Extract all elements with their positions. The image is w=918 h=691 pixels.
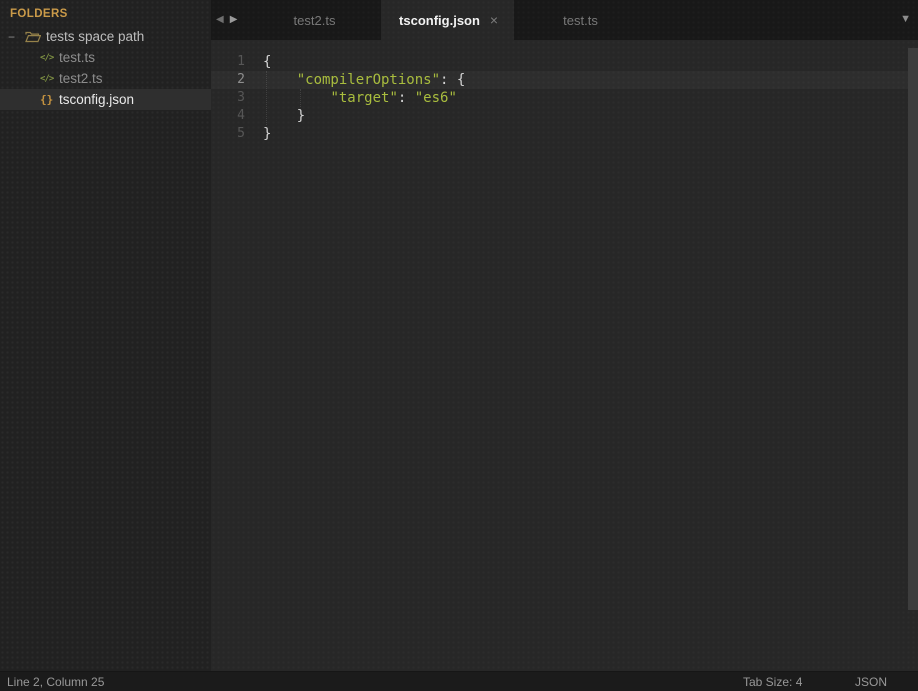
code-line-current[interactable]: 2 "compilerOptions": { [211,71,918,89]
tab-test2-ts[interactable]: test2.ts [248,0,381,40]
tab-bar: ◀ ▶ test2.ts tsconfig.json × test.ts ▼ [211,0,918,40]
main-area: ◀ ▶ test2.ts tsconfig.json × test.ts ▼ 1… [211,0,918,671]
file-name: tsconfig.json [59,92,135,107]
tab-overflow-menu-icon[interactable]: ▼ [900,13,911,25]
syntax-indicator[interactable]: JSON [855,675,887,689]
tab-close-icon[interactable]: × [490,13,498,27]
line-number: 4 [237,108,245,123]
code-line[interactable]: 3 "target": "es6" [211,89,918,107]
sidebar-item-test2-ts[interactable]: </> test2.ts [0,68,211,89]
line-number: 3 [237,90,245,105]
tab-test-ts[interactable]: test.ts [514,0,647,40]
code-line[interactable]: 1 { [211,53,918,71]
ts-file-icon: </> [40,73,54,84]
tab-label: test.ts [563,12,598,28]
code-editor[interactable]: 1 { 2 "compilerOptions": { 3 "target": "… [211,40,918,671]
code-token: } [263,126,272,142]
folder-name: tests space path [46,29,145,44]
nav-forward-icon[interactable]: ▶ [230,15,238,25]
sublime-text-window: { "sidebar": { "header": "FOLDERS", "fol… [0,0,918,691]
sidebar-item-test-ts[interactable]: </> test.ts [0,47,211,68]
cursor-position: Line 2, Column 25 [7,675,105,689]
tab-nav-arrows: ◀ ▶ [211,0,248,40]
sidebar: FOLDERS − tests space path </> test.ts <… [0,0,211,671]
ts-file-icon: </> [40,52,54,63]
code-line[interactable]: 5 } [211,125,918,143]
tab-label: test2.ts [293,12,336,28]
vertical-scrollbar[interactable] [908,48,918,610]
nav-back-icon[interactable]: ◀ [216,15,224,25]
code-token: "target" [330,90,398,106]
json-file-icon: {} [40,93,54,106]
code-token: "compilerOptions" [296,72,441,88]
open-folder-icon [25,31,46,43]
line-number: 5 [237,126,245,141]
code-token: "es6" [414,90,457,106]
line-number: 2 [237,72,245,87]
tab-tsconfig-json[interactable]: tsconfig.json × [381,0,514,40]
collapse-icon[interactable]: − [8,30,25,44]
file-name: test.ts [59,50,96,65]
tab-label: tsconfig.json [399,12,480,28]
status-bar: Line 2, Column 25 Tab Size: 4 JSON [0,671,918,691]
tab-size-indicator[interactable]: Tab Size: 4 [743,675,802,689]
code-token: : [397,90,415,106]
folders-header: FOLDERS [10,8,68,20]
sidebar-item-tsconfig-json[interactable]: {} tsconfig.json [0,89,211,110]
code-token: } [263,108,306,124]
sidebar-folder-tests-space-path[interactable]: − tests space path [0,26,211,47]
file-name: test2.ts [59,71,103,86]
line-number: 1 [237,54,245,69]
code-line[interactable]: 4 } [211,107,918,125]
code-token: { [263,54,272,70]
code-token: : { [440,72,466,88]
